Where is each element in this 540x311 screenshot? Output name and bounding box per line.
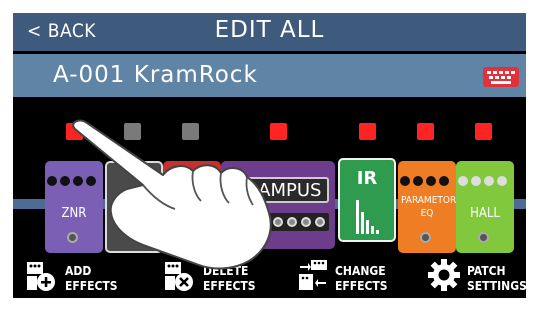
patch-settings-button[interactable]: PATCH SETTINGS bbox=[427, 250, 526, 298]
patch-name[interactable]: A-001 KramRock bbox=[53, 62, 258, 88]
effect-name: IR bbox=[356, 168, 378, 189]
effect-name: PARAMETORIC EQ bbox=[401, 195, 456, 219]
effect-name: ZNR bbox=[61, 206, 87, 221]
effect-pedal-2[interactable] bbox=[105, 161, 163, 253]
effect-name: HALL bbox=[470, 206, 500, 221]
effect-led-6[interactable] bbox=[417, 123, 434, 140]
menu-label-1: PATCH bbox=[467, 264, 506, 278]
keyboard-icon[interactable] bbox=[483, 67, 519, 87]
menu-label-2: EFFECTS bbox=[65, 279, 118, 293]
menu-label-1: ADD bbox=[65, 264, 92, 278]
effect-pedal-ir[interactable]: IR bbox=[338, 158, 396, 242]
effect-led-5[interactable] bbox=[359, 123, 376, 140]
device-screen: < BACK EDIT ALL A-001 KramRock ZNR KRAMP… bbox=[13, 13, 526, 298]
effect-pedal-3[interactable] bbox=[163, 161, 221, 225]
effect-led-3[interactable] bbox=[182, 123, 199, 140]
menu-label-1: CHANGE bbox=[335, 264, 386, 278]
delete-effects-button[interactable]: DELETE EFFECTS bbox=[163, 250, 283, 298]
menu-label-2: EFFECTS bbox=[335, 279, 388, 293]
effect-led-4[interactable] bbox=[270, 123, 287, 140]
effect-pedal-parametric-eq[interactable]: PARAMETORIC EQ bbox=[398, 161, 456, 253]
add-effects-button[interactable]: ADD EFFECTS bbox=[25, 250, 145, 298]
menu-label-2: EFFECTS bbox=[203, 279, 256, 293]
change-effects-icon bbox=[299, 260, 327, 290]
delete-effects-icon bbox=[165, 262, 193, 291]
gear-icon bbox=[428, 259, 460, 291]
add-effects-icon bbox=[27, 262, 55, 291]
effect-led-1[interactable] bbox=[66, 123, 83, 140]
impulse-response-icon bbox=[356, 200, 379, 234]
header-bar: < BACK EDIT ALL bbox=[13, 13, 526, 51]
patch-bar: A-001 KramRock bbox=[13, 54, 526, 97]
effect-name: KRAMPUS bbox=[234, 180, 322, 201]
effect-pedal-hall[interactable]: HALL bbox=[456, 161, 514, 253]
effect-pedal-znr[interactable]: ZNR bbox=[45, 161, 103, 253]
effect-pedal-krampus[interactable]: KRAMPUS bbox=[221, 161, 335, 249]
page-title: EDIT ALL bbox=[214, 17, 325, 43]
menu-label-1: DELETE bbox=[203, 264, 249, 278]
change-effects-button[interactable]: CHANGE EFFECTS bbox=[297, 250, 407, 298]
menu-label-2: SETTINGS bbox=[467, 279, 526, 293]
effect-led-7[interactable] bbox=[475, 123, 492, 140]
effect-led-2[interactable] bbox=[124, 123, 141, 140]
